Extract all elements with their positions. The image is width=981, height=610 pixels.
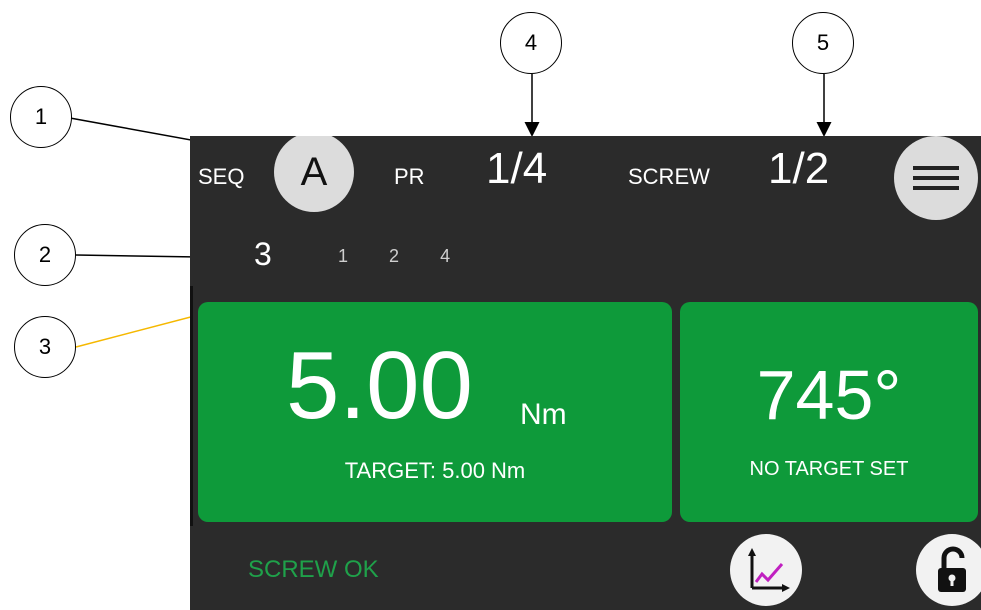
program-item[interactable]: 1	[338, 246, 348, 267]
current-program: 3	[254, 236, 272, 272]
program-item[interactable]: 2	[389, 246, 399, 267]
screw-counter: 1/2	[768, 144, 830, 193]
status-text: SCREW OK	[248, 556, 379, 583]
torque-panel: 5.00 Nm TARGET: 5.00 Nm	[198, 302, 672, 522]
seq-label: SEQ	[198, 164, 245, 189]
hamburger-icon	[913, 166, 959, 190]
callout-1: 1	[10, 86, 72, 148]
program-counter: 1/4	[486, 144, 548, 193]
screw-label: SCREW	[628, 164, 710, 189]
pr-label: PR	[394, 164, 425, 189]
program-item[interactable]: 4	[440, 246, 450, 267]
torque-unit: Nm	[520, 398, 567, 431]
unlock-icon	[938, 546, 966, 592]
graph-button[interactable]	[730, 534, 802, 606]
torque-target: TARGET: 5.00 Nm	[344, 458, 526, 483]
menu-button[interactable]	[894, 136, 978, 220]
callout-2: 2	[14, 224, 76, 286]
angle-target: NO TARGET SET	[749, 458, 909, 480]
lock-button[interactable]	[916, 534, 981, 606]
angle-value: 745°	[756, 356, 902, 434]
callout-3: 3	[14, 316, 76, 378]
torque-value: 5.00	[286, 332, 473, 439]
device-screen: SEQ A PR 1/4 SCREW 1/2 3 1 2 4 5.00 Nm T…	[190, 136, 981, 610]
callout-4: 4	[500, 12, 562, 74]
sequence-selector-button[interactable]: A	[274, 136, 354, 212]
scroll-indicator	[190, 286, 193, 526]
graph-icon	[748, 548, 790, 592]
program-list: 1 2 4	[338, 246, 486, 267]
angle-panel: 745° NO TARGET SET	[680, 302, 978, 522]
callout-5: 5	[792, 12, 854, 74]
sequence-value: A	[300, 149, 328, 194]
